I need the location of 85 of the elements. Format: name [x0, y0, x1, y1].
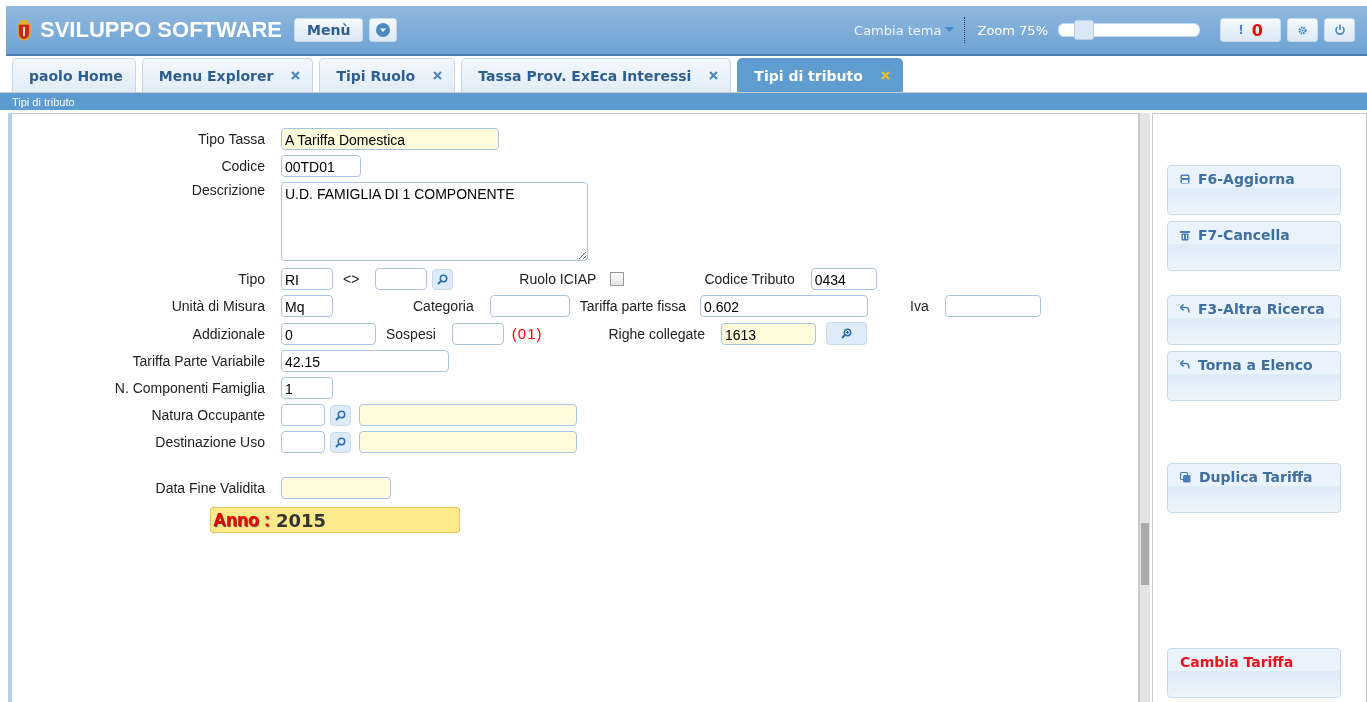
power-icon — [1333, 24, 1346, 36]
input-field[interactable]: A Tariffa Domestica — [281, 128, 499, 150]
field-label: Categoria — [413, 298, 474, 314]
action-button[interactable]: Duplica Tariffa — [1167, 463, 1341, 513]
action-button[interactable]: F3-Altra Ricerca — [1167, 295, 1341, 345]
tab[interactable]: paolo Home — [12, 58, 136, 92]
app-title: SVILUPPO SOFTWARE — [40, 17, 283, 43]
copy-icon — [1180, 472, 1191, 483]
field-label: Data Fine Validita — [154, 480, 266, 496]
field-label: Descrizione — [190, 182, 266, 198]
count-note: (01) — [511, 325, 543, 342]
year-value: 2015 — [276, 509, 327, 531]
settings-icon — [1297, 24, 1308, 36]
scrollbar[interactable] — [1139, 113, 1150, 702]
close-icon[interactable] — [291, 71, 301, 80]
action-button[interactable]: F6-Aggiorna — [1167, 165, 1341, 215]
input-field[interactable]: 0 — [281, 322, 376, 345]
field-label: Addizionale — [191, 325, 266, 342]
date-field[interactable] — [281, 477, 391, 499]
undo-arrow-icon — [1180, 360, 1190, 369]
dropdown-button[interactable] — [369, 18, 398, 42]
input-field[interactable] — [281, 431, 325, 453]
input-field[interactable]: 00TD01 — [281, 155, 361, 177]
zoom-label: Zoom 75% — [977, 22, 1048, 38]
input-field[interactable] — [281, 404, 325, 426]
input-field[interactable] — [451, 322, 504, 345]
input-field[interactable]: 42.15 — [281, 350, 449, 372]
input-field[interactable] — [944, 295, 1041, 317]
search-icon — [335, 436, 346, 448]
alerts-button[interactable]: ! 0 — [1220, 18, 1281, 42]
input-field[interactable] — [359, 431, 577, 453]
settings-button[interactable] — [1287, 18, 1318, 42]
caret-icon — [376, 23, 391, 37]
input-field[interactable] — [359, 404, 577, 426]
field-label: Unità di Misura — [170, 298, 266, 314]
search-button[interactable] — [432, 268, 454, 290]
text-area[interactable]: U.D. FAMIGLIA DI 1 COMPONENTE — [281, 182, 588, 261]
input-field[interactable]: 1613 — [721, 322, 816, 345]
menu-button[interactable]: Menù — [294, 18, 364, 42]
input-field[interactable] — [489, 295, 570, 317]
field-label: Tipo Tassa — [197, 131, 266, 147]
tab[interactable]: Menu Explorer — [141, 58, 314, 92]
field-label: Codice Tributo — [704, 271, 795, 287]
action-button[interactable]: F7-Cancella — [1167, 221, 1341, 271]
year-label: Anno : — [213, 509, 270, 531]
close-icon[interactable] — [709, 71, 719, 80]
crest-icon — [16, 19, 32, 41]
input-field[interactable] — [375, 268, 428, 290]
tab[interactable]: Tassa Prov. ExEca Interessi — [461, 58, 732, 92]
breadcrumb: Tipi di tributo — [12, 95, 75, 108]
field-label: Ruolo ICIAP — [519, 271, 597, 287]
field-label: Tipo — [237, 271, 266, 287]
search-button[interactable] — [330, 431, 351, 453]
field-label: Destinazione Uso — [154, 434, 266, 450]
tab[interactable]: Tipi Ruolo — [319, 58, 456, 92]
action-button[interactable]: Cambia Tariffa — [1167, 648, 1341, 698]
zoom-in-button[interactable] — [826, 322, 867, 345]
undo-arrow-icon — [1180, 304, 1190, 313]
input-field[interactable]: 0434 — [810, 268, 877, 290]
field-label: Sospesi — [386, 325, 436, 342]
input-field[interactable]: Mq — [281, 295, 333, 317]
input-field[interactable]: RI — [281, 268, 333, 290]
field-label: Tariffa parte fissa — [579, 298, 687, 314]
field-label: Tariffa Parte Variabile — [131, 353, 266, 369]
action-button[interactable]: Torna a Elenco — [1167, 351, 1341, 401]
close-icon[interactable] — [433, 71, 443, 80]
field-label: Iva — [910, 298, 929, 314]
caret-icon — [945, 27, 955, 33]
search-icon — [335, 409, 346, 421]
field-label: N. Componenti Famiglia — [113, 380, 266, 396]
operator-text: <> — [343, 271, 360, 287]
field-label: Codice — [220, 158, 266, 174]
close-icon[interactable] — [880, 71, 890, 80]
zoom-in-icon — [841, 328, 852, 339]
search-icon — [437, 273, 449, 285]
zoom-slider[interactable] — [1058, 23, 1200, 37]
power-button[interactable] — [1324, 18, 1355, 42]
field-label: Natura Occupante — [150, 407, 266, 423]
checkbox[interactable] — [610, 272, 625, 286]
save-icon — [1180, 174, 1190, 184]
search-button[interactable] — [330, 404, 351, 426]
input-field[interactable]: 0.602 — [700, 295, 869, 317]
field-label: Righe collegate — [608, 325, 705, 342]
trash-icon — [1180, 230, 1190, 241]
input-field[interactable]: 1 — [281, 377, 333, 399]
